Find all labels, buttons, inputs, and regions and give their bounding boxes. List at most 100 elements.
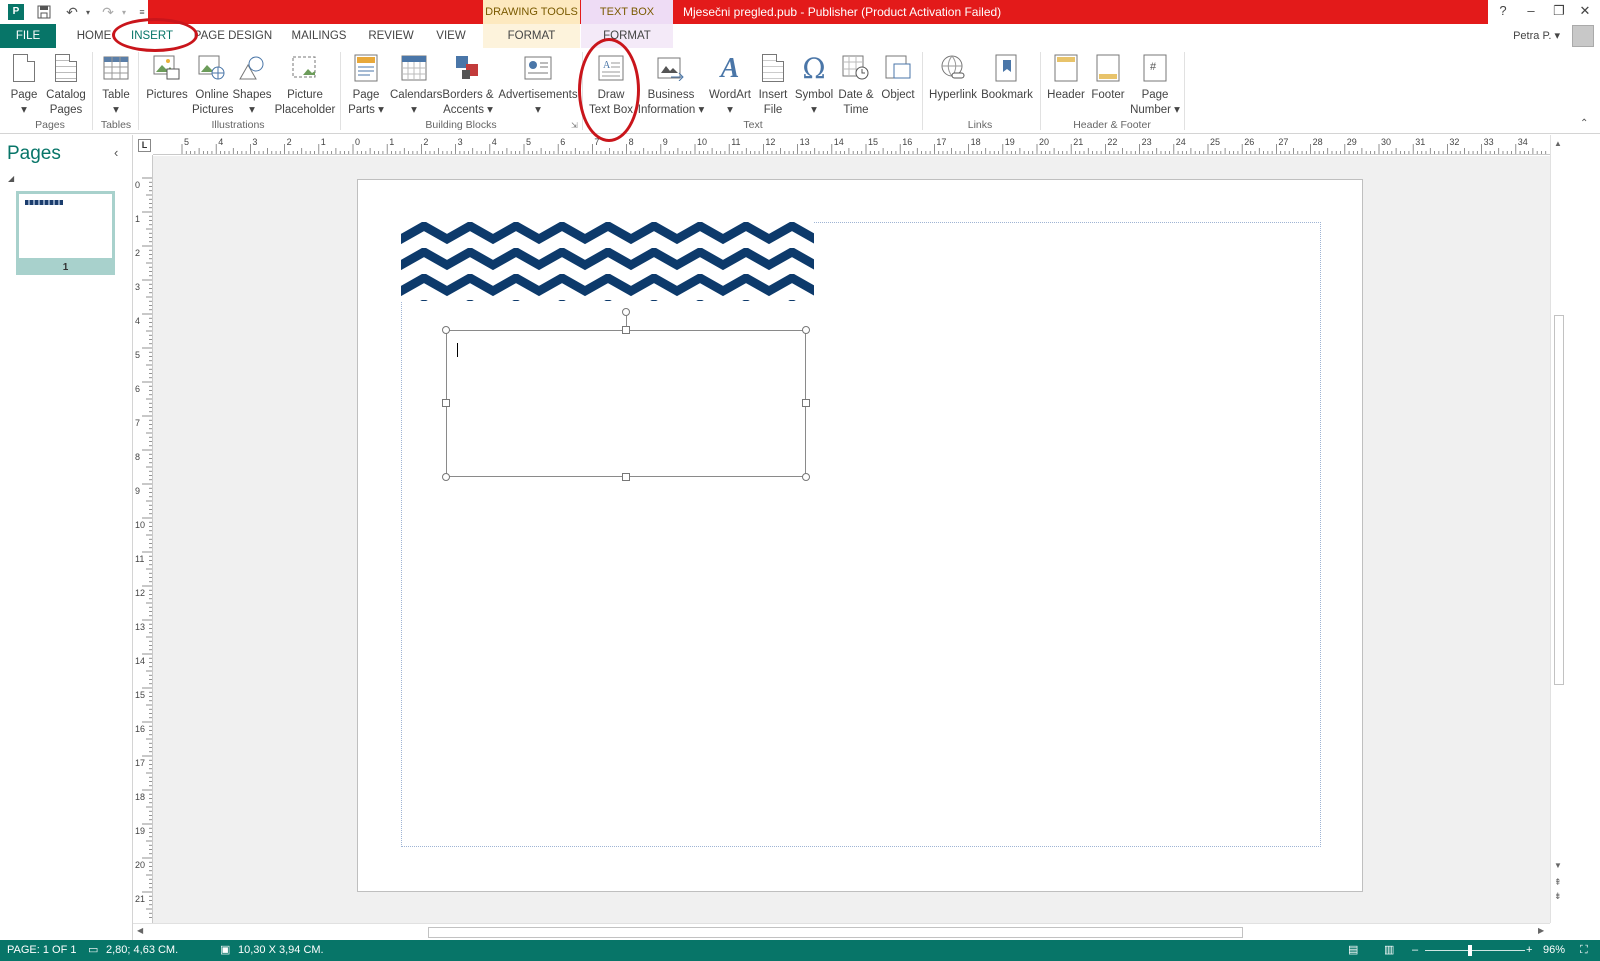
ruler-label: 22 <box>1107 137 1117 147</box>
insert-file-button[interactable]: Insert File <box>756 52 790 118</box>
resize-handle-left[interactable] <box>442 399 450 407</box>
next-page-icon[interactable]: ⇟ <box>1554 891 1562 902</box>
pictures-button[interactable]: Pictures <box>144 52 190 103</box>
table-button[interactable]: Table ▾ <box>98 52 134 118</box>
advertisements-button[interactable]: Advertisements ▾ <box>497 52 579 118</box>
vertical-scroll-thumb[interactable] <box>1554 315 1564 685</box>
hyperlink-button[interactable]: Hyperlink <box>928 52 978 103</box>
user-name: Petra P. <box>1513 30 1552 42</box>
resize-handle-top-left[interactable] <box>442 326 450 334</box>
resize-handle-bottom-right[interactable] <box>802 473 810 481</box>
footer-label: Footer <box>1091 89 1125 101</box>
footer-button[interactable]: Footer <box>1088 52 1128 103</box>
page-number-button[interactable]: # Page Number ▾ <box>1130 52 1180 118</box>
redo-dropdown-icon[interactable]: ▾ <box>114 2 134 22</box>
help-button[interactable]: ? <box>1490 0 1516 24</box>
horizontal-scroll-thumb[interactable] <box>428 927 1243 938</box>
page-indicator[interactable]: PAGE: 1 OF 1 <box>7 940 77 961</box>
ruler-label: 5 <box>184 137 189 147</box>
ribbon-tabs: FILE HOME INSERT PAGE DESIGN MAILINGS RE… <box>0 24 1600 48</box>
advertisements-icon <box>523 52 553 84</box>
zoom-in-icon[interactable]: + <box>1526 940 1532 961</box>
collapse-pages-pane-icon[interactable]: ‹ <box>114 145 118 160</box>
building-blocks-launcher-icon[interactable]: ⇲ <box>571 121 578 130</box>
page-thumbnail[interactable]: 1 <box>16 191 115 275</box>
header-button[interactable]: Header <box>1046 52 1086 103</box>
ruler-label: 15 <box>868 137 878 147</box>
ruler-label: 13 <box>800 137 810 147</box>
resize-handle-bottom[interactable] <box>622 473 630 481</box>
close-button[interactable]: ✕ <box>1572 0 1598 24</box>
tab-mailings[interactable]: MAILINGS <box>286 24 352 48</box>
tab-review[interactable]: REVIEW <box>362 24 420 48</box>
restore-button[interactable]: ❐ <box>1546 0 1572 24</box>
page-parts-label-2: Parts ▾ <box>348 104 384 116</box>
two-page-view-icon[interactable]: ▥ <box>1384 940 1394 961</box>
rotation-handle[interactable] <box>622 308 630 316</box>
page-button[interactable]: Page ▾ <box>8 52 40 118</box>
ruler-label: 9 <box>135 486 140 496</box>
tab-page-design[interactable]: PAGE DESIGN <box>190 24 276 48</box>
tab-file[interactable]: FILE <box>0 24 56 48</box>
scroll-up-icon[interactable]: ▲ <box>1554 139 1562 148</box>
ruler-label: 1 <box>135 214 140 224</box>
horizontal-scrollbar[interactable]: ◀ ▶ <box>133 923 1550 940</box>
business-information-button[interactable]: Business Information ▾ <box>636 52 706 118</box>
date-time-label-2: Time <box>843 104 869 116</box>
resize-handle-right[interactable] <box>802 399 810 407</box>
text-box[interactable] <box>446 330 806 477</box>
scroll-left-icon[interactable]: ◀ <box>137 926 143 935</box>
horizontal-ruler[interactable]: 5 4 3 2 1 0 1 2 3 4 5 6 7 8 9 10 11 12 13 14 15 16 17 18 19 20 21 2… <box>153 135 1562 155</box>
group-building-blocks-label: Building Blocks <box>425 119 497 131</box>
tab-drawing-format[interactable]: FORMAT <box>483 24 580 48</box>
collapse-ribbon-icon[interactable]: ⌃ <box>1580 118 1588 129</box>
scroll-down-icon[interactable]: ▼ <box>1554 861 1562 870</box>
ruler-label: 25 <box>1210 137 1220 147</box>
wordart-button[interactable]: A WordArt ▾ <box>708 52 752 118</box>
date-time-button[interactable]: Date & Time <box>836 52 876 118</box>
borders-accents-button[interactable]: Borders & Accents ▾ <box>442 52 494 118</box>
calendars-button[interactable]: Calendars ▾ <box>390 52 442 118</box>
bookmark-button[interactable]: Bookmark <box>980 52 1034 103</box>
user-account[interactable]: Petra P. ▾ <box>1513 24 1560 48</box>
save-icon[interactable] <box>34 2 54 22</box>
zoom-slider[interactable] <box>1425 950 1525 951</box>
page-parts-button[interactable]: Page Parts ▾ <box>346 52 386 118</box>
resize-handle-top-right[interactable] <box>802 326 810 334</box>
ruler-label: 12 <box>135 588 145 598</box>
previous-page-icon[interactable]: ⇞ <box>1554 877 1562 888</box>
scroll-right-icon[interactable]: ▶ <box>1538 926 1544 935</box>
zoom-out-icon[interactable]: – <box>1412 940 1418 961</box>
avatar[interactable] <box>1572 25 1594 47</box>
ruler-label: 30 <box>1381 137 1391 147</box>
publication-page[interactable] <box>357 179 1363 892</box>
ruler-tab-selector[interactable]: L <box>138 139 151 152</box>
chevron-banner-image[interactable] <box>401 222 814 301</box>
publisher-app-icon[interactable]: P <box>6 2 26 22</box>
catalog-pages-button[interactable]: Catalog Pages <box>44 52 88 118</box>
pages-pane-title: Pages <box>7 143 61 164</box>
undo-dropdown-icon[interactable]: ▾ <box>78 2 98 22</box>
online-pictures-button[interactable]: Online Pictures <box>192 52 234 118</box>
tab-view[interactable]: VIEW <box>428 24 474 48</box>
object-button[interactable]: Object <box>878 52 918 103</box>
minimize-button[interactable]: – <box>1518 0 1544 24</box>
header-label: Header <box>1047 89 1085 101</box>
svg-text:#: # <box>1150 61 1157 73</box>
zoom-slider-thumb[interactable] <box>1468 945 1472 956</box>
pictures-icon <box>152 52 182 84</box>
vertical-scrollbar[interactable]: ▲ ▼ ⇞ ⇟ <box>1550 135 1566 923</box>
shapes-button[interactable]: Shapes ▾ <box>232 52 272 118</box>
size-icon: ▣ <box>220 944 231 956</box>
expand-triangle-icon[interactable]: ◢ <box>8 174 14 183</box>
zoom-level[interactable]: 96% <box>1543 940 1565 961</box>
workspace-canvas[interactable] <box>153 156 1550 923</box>
vertical-ruler[interactable]: 0 1 2 3 4 5 6 7 8 9 10 11 12 13 14 15 16 17 18 19 20 21 <box>133 155 153 923</box>
resize-handle-bottom-left[interactable] <box>442 473 450 481</box>
single-page-view-icon[interactable]: ▤ <box>1348 940 1358 961</box>
resize-handle-top[interactable] <box>622 326 630 334</box>
fit-page-icon[interactable]: ⛶ <box>1580 940 1588 961</box>
symbol-button[interactable]: Ω Symbol ▾ <box>792 52 836 118</box>
ruler-label: 3 <box>252 137 257 147</box>
picture-placeholder-button[interactable]: Picture Placeholder <box>274 52 336 118</box>
